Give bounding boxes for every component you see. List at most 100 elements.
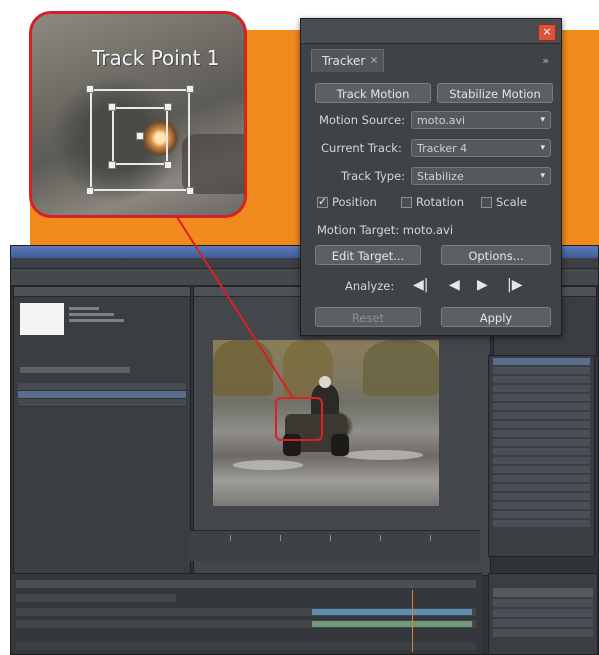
rotation-checkbox-label: Rotation xyxy=(416,195,465,209)
effects-category[interactable] xyxy=(493,385,590,392)
effects-category[interactable] xyxy=(493,475,590,482)
search-region-handle[interactable] xyxy=(186,187,194,195)
track-point-callout: Track Point 1 xyxy=(29,11,247,218)
timeline-search[interactable] xyxy=(16,594,176,602)
feature-region-handle[interactable] xyxy=(164,161,172,169)
search-bar[interactable] xyxy=(20,367,130,373)
timeline-footer xyxy=(16,642,476,650)
effects-category[interactable] xyxy=(493,511,590,518)
tracker-panel: × Tracker × » Track Motion Stabilize Mot… xyxy=(300,18,562,336)
composition-timebar[interactable] xyxy=(190,530,480,561)
atv-wheel xyxy=(331,434,349,456)
rotation-checkbox[interactable] xyxy=(401,197,412,208)
search-region-handle[interactable] xyxy=(86,187,94,195)
effects-category[interactable] xyxy=(493,430,590,437)
effects-category[interactable] xyxy=(493,412,590,419)
effects-category[interactable] xyxy=(493,520,590,527)
effects-category[interactable] xyxy=(493,439,590,446)
time-tick xyxy=(380,535,381,541)
step-forward-icon[interactable]: |▶ xyxy=(507,277,522,293)
track-type-select[interactable]: Stabilize ▾ xyxy=(411,167,551,185)
project-list-item[interactable] xyxy=(18,391,186,399)
footage-thumbnail xyxy=(20,303,64,335)
dropdown-caret-icon: ▾ xyxy=(540,171,545,181)
effects-category[interactable] xyxy=(493,376,590,383)
close-icon[interactable]: × xyxy=(538,24,556,41)
options-button[interactable]: Options... xyxy=(441,245,551,265)
layer-duration-bar[interactable] xyxy=(312,621,472,627)
docked-buttons[interactable] xyxy=(493,588,593,597)
helmet xyxy=(319,376,331,388)
effects-presets-panel xyxy=(488,355,595,557)
position-checkbox-label: Position xyxy=(332,195,377,209)
water-splash xyxy=(233,460,303,470)
play-forward-icon[interactable]: ▶ xyxy=(477,277,488,293)
project-list-item[interactable] xyxy=(18,399,186,407)
feature-region-handle[interactable] xyxy=(108,103,116,111)
time-tick xyxy=(330,535,331,541)
time-tick xyxy=(230,535,231,541)
search-region-handle[interactable] xyxy=(86,85,94,93)
effects-category[interactable] xyxy=(493,421,590,428)
apply-button[interactable]: Apply xyxy=(441,307,551,327)
time-tick xyxy=(280,535,281,541)
reset-button[interactable]: Reset xyxy=(315,307,421,327)
tree xyxy=(213,340,273,396)
metadata-line xyxy=(69,313,114,316)
effects-category[interactable] xyxy=(493,367,590,374)
project-panel xyxy=(13,286,191,576)
water-splash xyxy=(343,450,423,460)
time-tick xyxy=(430,535,431,541)
track-motion-button[interactable]: Track Motion xyxy=(315,83,431,103)
dropdown-caret-icon: ▾ xyxy=(540,143,545,153)
tracker-panel-docked xyxy=(488,573,598,655)
attach-point-handle[interactable] xyxy=(136,132,144,140)
scale-checkbox-label: Scale xyxy=(496,195,527,209)
effects-search[interactable] xyxy=(493,358,590,365)
effects-category[interactable] xyxy=(493,493,590,500)
panel-titlebar xyxy=(301,19,561,44)
docked-row xyxy=(493,619,593,627)
tab-tracker[interactable]: Tracker × xyxy=(311,49,385,72)
footage-frame xyxy=(213,340,439,506)
current-track-value: Tracker 4 xyxy=(417,142,468,155)
docked-row xyxy=(493,599,593,607)
effects-category[interactable] xyxy=(493,502,590,509)
step-back-icon[interactable]: ◀| xyxy=(413,277,428,293)
tab-close-icon[interactable]: × xyxy=(370,50,378,72)
search-region-handle[interactable] xyxy=(186,85,194,93)
position-checkbox[interactable]: ✓ xyxy=(317,196,328,208)
stabilize-motion-button[interactable]: Stabilize Motion xyxy=(437,83,553,103)
motion-source-label: Motion Source: xyxy=(319,113,406,127)
panel-menu-icon[interactable]: » xyxy=(542,54,549,67)
dropdown-caret-icon: ▾ xyxy=(540,115,545,125)
tracked-region-highlight xyxy=(275,397,323,441)
play-back-icon[interactable]: ◀ xyxy=(449,277,460,293)
current-track-label: Current Track: xyxy=(321,141,402,155)
edit-target-button[interactable]: Edit Target... xyxy=(315,245,421,265)
docked-row xyxy=(493,629,593,637)
analyze-label: Analyze: xyxy=(345,279,395,293)
feature-region-handle[interactable] xyxy=(108,161,116,169)
effects-category[interactable] xyxy=(493,466,590,473)
effects-category[interactable] xyxy=(493,484,590,491)
current-time-indicator[interactable] xyxy=(412,590,413,652)
atv-blur xyxy=(182,134,244,194)
tab-tracker-label: Tracker xyxy=(322,54,366,68)
track-point-label: Track Point 1 xyxy=(92,46,220,70)
project-panel-header xyxy=(14,287,190,297)
motion-target-label: Motion Target: moto.avi xyxy=(317,223,454,237)
layer-duration-bar[interactable] xyxy=(312,609,472,615)
motion-source-select[interactable]: moto.avi ▾ xyxy=(411,111,551,129)
scale-checkbox[interactable] xyxy=(481,197,492,208)
effects-category[interactable] xyxy=(493,403,590,410)
tree xyxy=(363,340,439,396)
feature-region-handle[interactable] xyxy=(164,103,172,111)
effects-category[interactable] xyxy=(493,394,590,401)
track-type-value: Stabilize xyxy=(417,170,464,183)
docked-row xyxy=(493,609,593,617)
effects-category[interactable] xyxy=(493,448,590,455)
panel-tab-bar: Tracker × » xyxy=(301,45,561,73)
current-track-select[interactable]: Tracker 4 ▾ xyxy=(411,139,551,157)
effects-category[interactable] xyxy=(493,457,590,464)
